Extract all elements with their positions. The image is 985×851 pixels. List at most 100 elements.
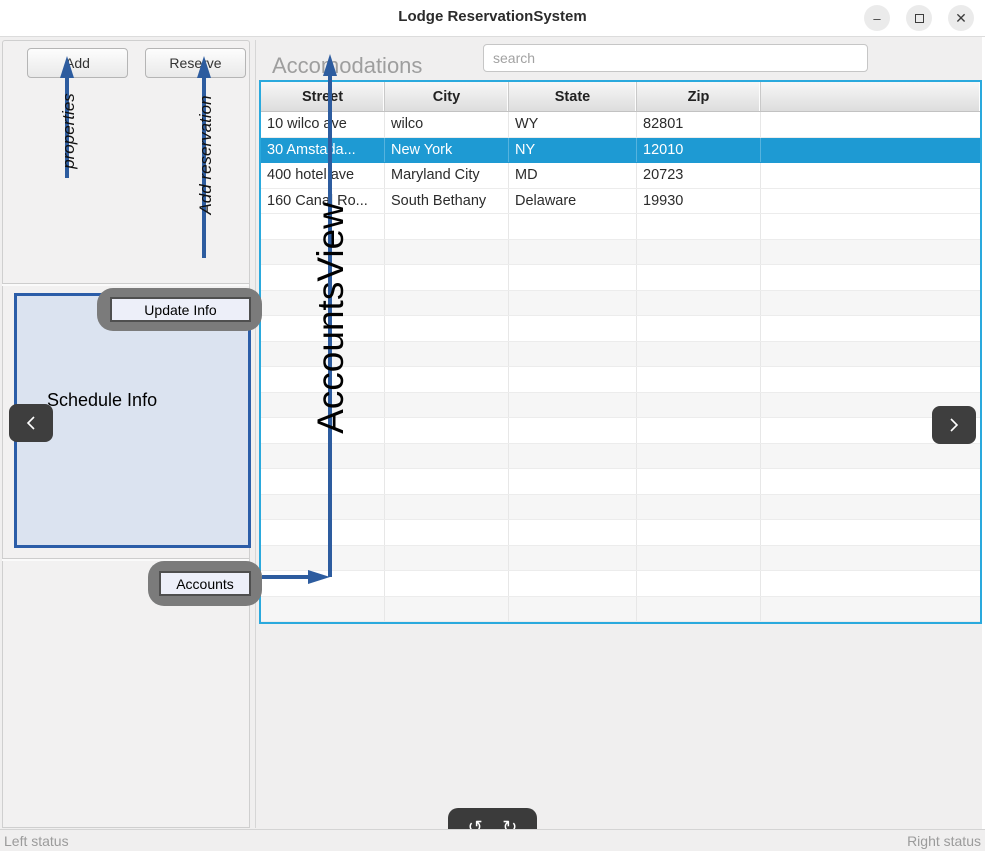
table-row[interactable] bbox=[261, 495, 980, 521]
table-cell[interactable] bbox=[385, 597, 509, 622]
table-cell[interactable]: 19930 bbox=[637, 189, 761, 214]
table-row[interactable] bbox=[261, 240, 980, 266]
table-cell[interactable] bbox=[261, 546, 385, 571]
table-cell[interactable]: 82801 bbox=[637, 112, 761, 137]
table-cell[interactable] bbox=[509, 214, 637, 239]
table-cell[interactable] bbox=[509, 393, 637, 418]
table-cell[interactable] bbox=[261, 520, 385, 545]
table-cell[interactable] bbox=[637, 316, 761, 341]
table-cell[interactable]: MD bbox=[509, 163, 637, 188]
table-cell[interactable] bbox=[761, 367, 980, 392]
table-cell[interactable] bbox=[509, 418, 637, 443]
table-cell[interactable] bbox=[761, 265, 980, 290]
table-cell[interactable] bbox=[261, 597, 385, 622]
table-cell[interactable] bbox=[761, 469, 980, 494]
table-cell[interactable] bbox=[637, 265, 761, 290]
add-button[interactable]: Add bbox=[27, 48, 128, 78]
table-cell[interactable] bbox=[385, 571, 509, 596]
minimize-button[interactable]: – bbox=[864, 5, 890, 31]
table-cell[interactable] bbox=[761, 316, 980, 341]
table-cell[interactable] bbox=[509, 265, 637, 290]
table-row[interactable] bbox=[261, 418, 980, 444]
table-cell[interactable] bbox=[637, 597, 761, 622]
table-cell[interactable] bbox=[509, 240, 637, 265]
table-cell[interactable] bbox=[761, 112, 980, 137]
table-row[interactable]: 30 Amstada...New YorkNY12010 bbox=[261, 138, 980, 164]
page-previous-button[interactable] bbox=[9, 404, 53, 442]
close-button[interactable]: ✕ bbox=[948, 5, 974, 31]
table-cell[interactable] bbox=[385, 214, 509, 239]
table-cell[interactable] bbox=[761, 163, 980, 188]
table-row[interactable] bbox=[261, 265, 980, 291]
table-cell[interactable]: 20723 bbox=[637, 163, 761, 188]
table-cell[interactable]: WY bbox=[509, 112, 637, 137]
table-cell[interactable] bbox=[385, 418, 509, 443]
table-cell[interactable]: 12010 bbox=[637, 138, 761, 163]
page-next-button[interactable] bbox=[932, 406, 976, 444]
table-row[interactable] bbox=[261, 571, 980, 597]
panel-splitter[interactable] bbox=[255, 40, 256, 828]
table-cell[interactable] bbox=[637, 520, 761, 545]
table-row[interactable] bbox=[261, 469, 980, 495]
table-cell[interactable]: Delaware bbox=[509, 189, 637, 214]
table-row[interactable] bbox=[261, 393, 980, 419]
table-cell[interactable] bbox=[637, 469, 761, 494]
table-cell[interactable] bbox=[637, 495, 761, 520]
table-cell[interactable]: Maryland City bbox=[385, 163, 509, 188]
column-header-zip[interactable]: Zip bbox=[637, 82, 761, 111]
table-cell[interactable] bbox=[385, 342, 509, 367]
table-cell[interactable] bbox=[637, 444, 761, 469]
table-cell[interactable] bbox=[385, 495, 509, 520]
table-cell[interactable]: NY bbox=[509, 138, 637, 163]
table-cell[interactable] bbox=[509, 367, 637, 392]
table-row[interactable] bbox=[261, 520, 980, 546]
table-cell[interactable] bbox=[385, 444, 509, 469]
accounts-button[interactable]: Accounts bbox=[159, 571, 251, 596]
table-row[interactable] bbox=[261, 367, 980, 393]
table-cell[interactable] bbox=[761, 138, 980, 163]
table-cell[interactable] bbox=[761, 546, 980, 571]
table-cell[interactable] bbox=[637, 342, 761, 367]
table-row[interactable]: 400 hotel aveMaryland CityMD20723 bbox=[261, 163, 980, 189]
table-cell[interactable] bbox=[385, 265, 509, 290]
update-info-button[interactable]: Update Info bbox=[110, 297, 251, 322]
table-cell[interactable] bbox=[637, 291, 761, 316]
table-cell[interactable] bbox=[761, 189, 980, 214]
table-cell[interactable] bbox=[261, 444, 385, 469]
reserve-button[interactable]: Reserve bbox=[145, 48, 246, 78]
table-cell[interactable]: wilco bbox=[385, 112, 509, 137]
table-cell[interactable] bbox=[261, 571, 385, 596]
table-cell[interactable] bbox=[761, 495, 980, 520]
table-cell[interactable] bbox=[637, 546, 761, 571]
table-cell[interactable] bbox=[761, 571, 980, 596]
table-cell[interactable]: 10 wilco ave bbox=[261, 112, 385, 137]
table-cell[interactable] bbox=[385, 367, 509, 392]
table-cell[interactable] bbox=[509, 546, 637, 571]
table-row[interactable] bbox=[261, 597, 980, 623]
table-cell[interactable] bbox=[761, 597, 980, 622]
table-cell[interactable]: 400 hotel ave bbox=[261, 163, 385, 188]
table-row[interactable] bbox=[261, 291, 980, 317]
table-row[interactable] bbox=[261, 546, 980, 572]
table-row[interactable] bbox=[261, 214, 980, 240]
table-cell[interactable] bbox=[761, 342, 980, 367]
table-cell[interactable] bbox=[509, 495, 637, 520]
table-row[interactable] bbox=[261, 444, 980, 470]
column-header-state[interactable]: State bbox=[509, 82, 637, 111]
table-cell[interactable] bbox=[385, 316, 509, 341]
table-cell[interactable] bbox=[385, 240, 509, 265]
maximize-button[interactable] bbox=[906, 5, 932, 31]
table-cell[interactable] bbox=[509, 342, 637, 367]
table-cell[interactable] bbox=[385, 469, 509, 494]
table-cell[interactable] bbox=[761, 214, 980, 239]
table-cell[interactable]: New York bbox=[385, 138, 509, 163]
table-cell[interactable] bbox=[509, 469, 637, 494]
table-cell[interactable] bbox=[509, 597, 637, 622]
table-row[interactable]: 160 Canal Ro...South BethanyDelaware1993… bbox=[261, 189, 980, 215]
table-cell[interactable] bbox=[509, 444, 637, 469]
table-cell[interactable] bbox=[385, 291, 509, 316]
table-cell[interactable] bbox=[637, 418, 761, 443]
column-header-city[interactable]: City bbox=[385, 82, 509, 111]
table-cell[interactable] bbox=[509, 291, 637, 316]
table-cell[interactable] bbox=[261, 469, 385, 494]
